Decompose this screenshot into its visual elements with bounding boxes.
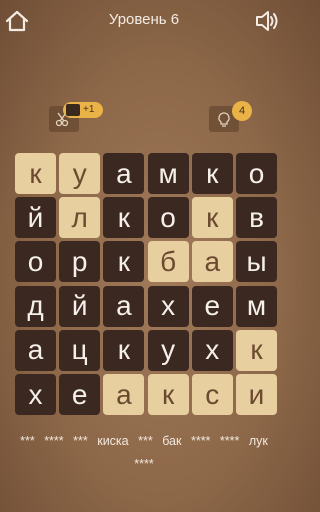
letter-tile[interactable]: а <box>15 329 56 371</box>
letter-tile[interactable]: х <box>15 374 56 415</box>
word-entry: **** <box>134 457 154 471</box>
letter-tile[interactable]: к <box>191 153 233 194</box>
letter-tile[interactable]: х <box>147 285 189 327</box>
letter-tile[interactable]: к <box>236 329 277 371</box>
letter-tile[interactable]: а <box>103 374 145 415</box>
word-entry: *** <box>20 434 35 448</box>
letter-tile[interactable]: к <box>15 153 56 194</box>
word-entry: **** <box>219 434 240 448</box>
film-bonus-label: +1 <box>83 104 95 115</box>
letter-tile[interactable]: в <box>236 197 277 239</box>
letter-tile[interactable]: м <box>147 153 189 194</box>
letter-tile[interactable]: у <box>147 329 189 371</box>
word-entry: **** <box>190 434 211 448</box>
level-title: Уровень 6 <box>108 11 180 28</box>
letter-tile[interactable]: й <box>59 285 101 327</box>
letter-tile[interactable]: к <box>103 197 145 239</box>
letter-grid: куамкойлкокворкбаыдйахемацкухкхеакси <box>15 153 277 415</box>
film-bonus-badge[interactable]: +1 <box>63 102 103 118</box>
word-entry: киска <box>97 434 129 448</box>
sound-icon[interactable] <box>254 8 282 34</box>
word-list: *** **** *** киска *** бак **** **** лук… <box>14 430 274 476</box>
letter-tile[interactable]: а <box>103 285 145 327</box>
letter-tile[interactable]: и <box>236 374 277 415</box>
letter-tile[interactable]: м <box>236 285 277 327</box>
word-entry: *** <box>138 434 153 448</box>
word-entry: **** <box>44 434 64 448</box>
letter-tile[interactable]: й <box>15 197 56 239</box>
letter-tile[interactable]: о <box>147 197 189 239</box>
film-icon <box>66 104 80 116</box>
hint-count-badge: 4 <box>232 101 252 121</box>
letter-tile[interactable]: к <box>103 241 145 283</box>
letter-tile[interactable]: к <box>147 374 189 415</box>
letter-tile[interactable]: ы <box>236 241 277 283</box>
letter-tile[interactable]: е <box>59 374 101 415</box>
word-entry: бак <box>162 434 182 448</box>
letter-tile[interactable]: у <box>59 153 101 194</box>
letter-tile[interactable]: а <box>103 153 145 194</box>
top-bar: Уровень 6 <box>0 0 288 44</box>
letter-tile[interactable]: р <box>59 241 101 283</box>
letter-tile[interactable]: а <box>191 241 233 283</box>
letter-tile[interactable]: к <box>191 197 233 239</box>
letter-tile[interactable]: к <box>103 329 145 371</box>
word-entry: лук <box>248 434 268 448</box>
letter-tile[interactable]: ц <box>59 329 101 371</box>
word-entry: *** <box>73 434 88 448</box>
letter-tile[interactable]: б <box>147 241 189 283</box>
letter-tile[interactable]: е <box>191 285 233 327</box>
letter-tile[interactable]: х <box>191 329 233 371</box>
letter-tile[interactable]: с <box>191 374 233 415</box>
letter-tile[interactable]: о <box>15 241 56 283</box>
letter-tile[interactable]: о <box>236 153 277 194</box>
letter-tile[interactable]: д <box>15 285 56 327</box>
letter-tile[interactable]: л <box>59 197 101 239</box>
